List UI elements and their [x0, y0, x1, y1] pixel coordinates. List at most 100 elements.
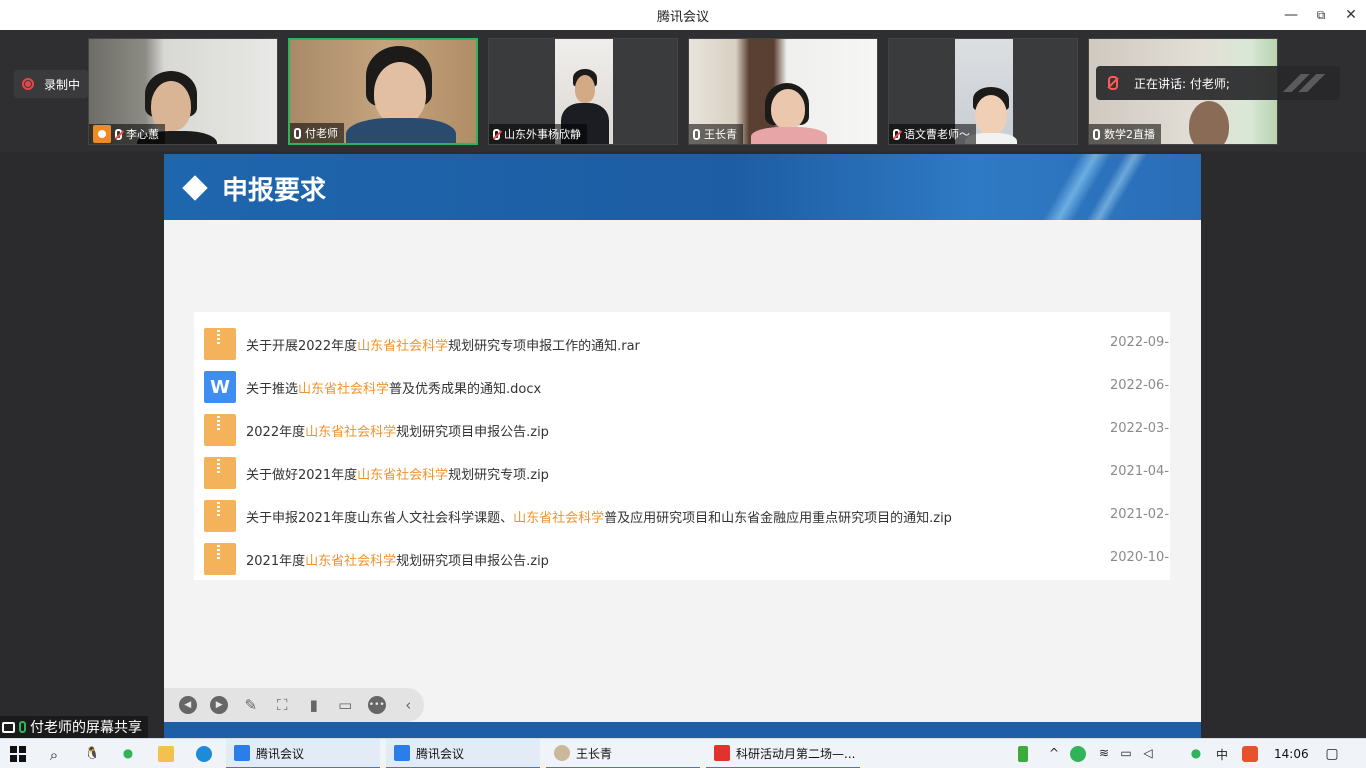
windows-start-icon[interactable]	[10, 746, 26, 762]
zip-file-icon	[204, 328, 236, 360]
close-button[interactable]: ✕	[1336, 0, 1366, 30]
participant-name: 付老师	[305, 127, 338, 140]
collapse-toolbar-button[interactable]: ‹	[393, 689, 425, 721]
battery-app-icon[interactable]	[1018, 746, 1028, 762]
recording-indicator[interactable]: 录制中	[14, 70, 89, 98]
mic-muted-icon	[893, 128, 900, 140]
file-date: 2021-02-..	[1110, 507, 1170, 522]
battery-icon[interactable]: ▭	[1118, 746, 1134, 762]
participant-name-tag: 付老师	[290, 123, 344, 143]
participant-video-icon	[554, 745, 570, 761]
file-name[interactable]: 关于开展2022年度山东省社会科学规划研究专项申报工作的通知.rar	[246, 335, 640, 354]
recording-label: 录制中	[44, 77, 81, 92]
tencent-meeting-icon	[394, 745, 410, 761]
participant-strip: 录制中 李心蕙 付老师 山东外事杨欣静 王长青 语文曹老师～ 数学2直播 正在讲…	[0, 30, 1366, 152]
file-row[interactable]: W 关于推选山东省社会科学普及优秀成果的通知.docx 2022-06-..	[194, 365, 1170, 408]
restore-button[interactable]: ⧉	[1306, 0, 1336, 30]
pen-button[interactable]: ✎	[235, 689, 267, 721]
ime-indicator[interactable]: 中	[1214, 746, 1230, 762]
mic-icon	[1093, 128, 1100, 140]
slide-title: 申报要求	[222, 176, 327, 206]
participant-tile[interactable]: 山东外事杨欣静	[488, 38, 678, 145]
camera-button[interactable]: ▮	[298, 689, 330, 721]
prev-icon: ◀	[178, 696, 197, 714]
chevron-up-icon[interactable]: ^	[1046, 746, 1062, 762]
volume-icon[interactable]: ◁	[1140, 746, 1156, 762]
file-row[interactable]: 2021年度山东省社会科学规划研究项目申报公告.zip 2020-10-..	[194, 537, 1170, 580]
mic-muted-icon	[115, 128, 122, 140]
chat-button[interactable]: ▭	[330, 689, 362, 721]
file-row[interactable]: 关于开展2022年度山东省社会科学规划研究专项申报工作的通知.rar 2022-…	[194, 322, 1170, 365]
participant-name: 李心蕙	[126, 128, 159, 141]
taskbar-app-tencent-meeting[interactable]: 腾讯会议	[226, 739, 380, 768]
file-name[interactable]: 关于申报2021年度山东省人文社会科学课题、山东省社会科学普及应用研究项目和山东…	[246, 507, 952, 526]
file-name[interactable]: 2022年度山东省社会科学规划研究项目申报公告.zip	[246, 421, 549, 440]
participant-name-tag: 语文曹老师～	[889, 124, 976, 144]
file-date: 2020-10-..	[1110, 550, 1170, 565]
wechat-tray-icon[interactable]: ●	[1188, 746, 1204, 762]
taskbar-app-label: 科研活动月第二场—...	[736, 746, 856, 761]
record-icon	[22, 78, 34, 90]
avatar-icon	[93, 125, 111, 143]
file-explorer-icon[interactable]	[158, 746, 174, 762]
participant-name-tag: 数学2直播	[1089, 124, 1161, 144]
file-name[interactable]: 2021年度山东省社会科学规划研究项目申报公告.zip	[246, 550, 549, 569]
file-name[interactable]: 关于做好2021年度山东省社会科学规划研究专项.zip	[246, 464, 549, 483]
file-date: 2022-06-..	[1110, 378, 1170, 393]
participant-tile[interactable]: 王长青	[688, 38, 878, 145]
taskbar-app-label: 腾讯会议	[416, 746, 465, 761]
participant-name: 王长青	[704, 128, 737, 141]
wechat-icon[interactable]: ●	[120, 746, 136, 762]
chevron-left-icon: ‹	[405, 696, 412, 714]
taskbar-app-tencent-meeting[interactable]: 腾讯会议	[386, 739, 540, 768]
speaking-indicator: 正在讲话: 付老师;	[1096, 66, 1340, 100]
mic-muted-icon	[1108, 76, 1118, 90]
mic-icon	[19, 721, 26, 733]
participant-name-tag: 李心蕙	[89, 124, 165, 144]
header-decoration	[1001, 154, 1161, 220]
minimize-button[interactable]: —	[1276, 0, 1306, 30]
zip-file-icon	[204, 500, 236, 532]
participant-tile[interactable]: 语文曹老师～	[888, 38, 1078, 145]
mic-icon	[693, 128, 700, 140]
taskbar-app-wps[interactable]: 科研活动月第二场—...	[706, 739, 860, 768]
mic-muted-icon	[493, 128, 500, 140]
wifi-icon[interactable]: ≋	[1096, 746, 1112, 762]
security-icon[interactable]	[1070, 746, 1086, 762]
participant-tile[interactable]: 李心蕙	[88, 38, 278, 145]
screen-share-label: 付老师的屏幕共享	[0, 716, 148, 738]
screenshot-icon: ⛶	[276, 696, 288, 714]
more-button[interactable]: •••	[361, 689, 393, 721]
word-file-icon: W	[204, 371, 236, 403]
clock[interactable]: 14:06	[1274, 739, 1309, 768]
more-icon: •••	[367, 696, 386, 714]
zip-file-icon	[204, 414, 236, 446]
participant-name: 山东外事杨欣静	[504, 128, 581, 141]
sogou-icon[interactable]	[1242, 746, 1258, 762]
qq-icon[interactable]: 🐧	[84, 746, 100, 762]
notification-icon[interactable]: ▢	[1324, 746, 1340, 762]
edge-icon[interactable]	[196, 746, 212, 762]
file-name[interactable]: 关于推选山东省社会科学普及优秀成果的通知.docx	[246, 378, 541, 397]
logo-icon	[1282, 74, 1326, 92]
tencent-meeting-icon	[234, 745, 250, 761]
participant-name-tag: 王长青	[689, 124, 743, 144]
taskbar: ⌕ 🐧 ● 腾讯会议 腾讯会议 王长青 科研活动月第二场—... ^ ≋ ▭ ◁…	[0, 738, 1366, 768]
speaking-label: 正在讲话: 付老师;	[1134, 76, 1230, 91]
prev-page-button[interactable]: ◀	[172, 689, 204, 721]
participant-name-tag: 山东外事杨欣静	[489, 124, 587, 144]
zip-file-icon	[204, 543, 236, 575]
file-date: 2022-03-..	[1110, 421, 1170, 436]
search-icon[interactable]: ⌕	[46, 746, 62, 764]
file-row[interactable]: 关于做好2021年度山东省社会科学规划研究专项.zip 2021-04-..	[194, 451, 1170, 494]
pen-icon: ✎	[244, 696, 258, 714]
mic-icon	[294, 127, 301, 139]
participant-tile-active[interactable]: 付老师	[288, 38, 478, 145]
screenshot-button[interactable]: ⛶	[267, 689, 299, 721]
zip-file-icon	[204, 457, 236, 489]
file-row[interactable]: 关于申报2021年度山东省人文社会科学课题、山东省社会科学普及应用研究项目和山东…	[194, 494, 1170, 537]
file-row[interactable]: 2022年度山东省社会科学规划研究项目申报公告.zip 2022-03-..	[194, 408, 1170, 451]
next-page-button[interactable]: ▶	[204, 689, 236, 721]
taskbar-app-video[interactable]: 王长青	[546, 739, 700, 768]
participant-name: 语文曹老师～	[904, 128, 970, 141]
